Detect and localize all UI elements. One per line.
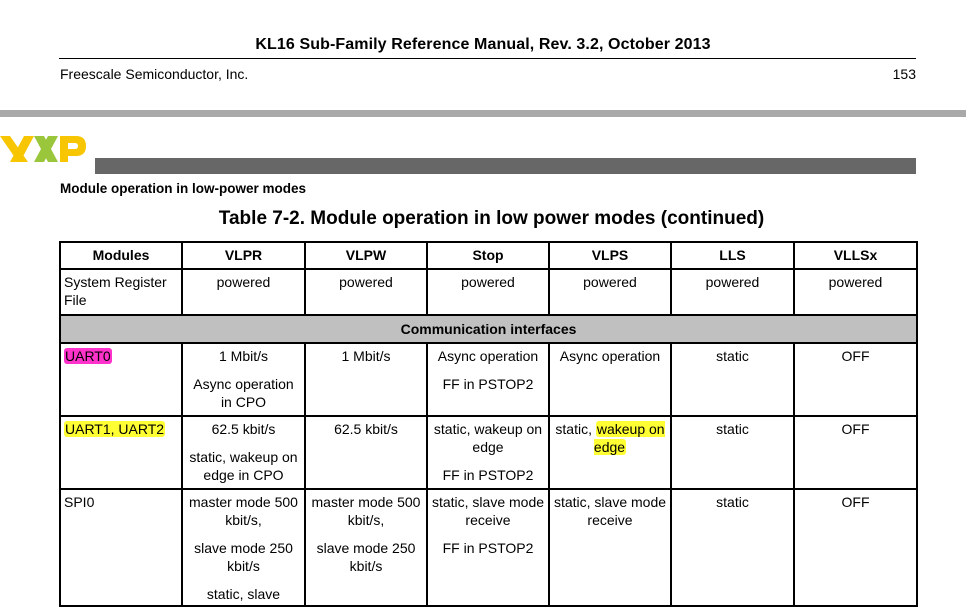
cell-vlps: powered <box>548 268 672 316</box>
cell-module: System Register File <box>59 268 183 316</box>
table-row: SPI0 master mode 500 kbit/s, slave mode … <box>59 488 918 607</box>
cell-line: static, wakeup on edge in CPO <box>189 449 298 483</box>
cell-stop: static, wakeup on edge FF in PSTOP2 <box>426 415 550 490</box>
cell-vlpr: 62.5 kbit/s static, wakeup on edge in CP… <box>181 415 306 490</box>
cell-vlpw: master mode 500 kbit/s, slave mode 250 k… <box>304 488 428 607</box>
cell-line: static, slave mode receive <box>431 494 545 528</box>
cell-text: static, <box>555 421 596 437</box>
cell-vlpr: powered <box>181 268 306 316</box>
cell-vlpr: 1 Mbit/s Async operation in CPO <box>181 342 306 417</box>
header-stop: Stop <box>426 241 550 270</box>
cell-lls: static <box>670 488 795 607</box>
cell-vlpw: powered <box>304 268 428 316</box>
document-title: KL16 Sub-Family Reference Manual, Rev. 3… <box>255 36 711 53</box>
cell-vllsx: OFF <box>793 342 918 417</box>
cell-line: static, wakeup on edge <box>433 421 543 455</box>
cell-line: 1 Mbit/s <box>218 348 268 364</box>
cell-vllsx: OFF <box>793 488 918 607</box>
cell-lls: static <box>670 415 795 490</box>
company-name: Freescale Semiconductor, Inc. <box>60 66 249 82</box>
section-row: Communication interfaces <box>59 314 918 344</box>
header-lls: LLS <box>670 241 795 270</box>
cell-vllsx: OFF <box>793 415 918 490</box>
cell-line: 62.5 kbit/s <box>211 421 276 437</box>
cell-stop: powered <box>426 268 550 316</box>
cell-line: master mode 500 kbit/s, <box>189 494 298 528</box>
cell-vlps: static, wakeup on edge <box>548 415 672 490</box>
table-caption: Table 7-2. Module operation in low power… <box>218 208 765 229</box>
cell-line: static, slave <box>206 586 281 602</box>
page-number: 153 <box>892 66 916 82</box>
cell-lls: static <box>670 342 795 417</box>
cell-vlpw: 62.5 kbit/s <box>304 415 428 490</box>
cell-line: FF in PSTOP2 <box>442 540 534 556</box>
cell-lls: powered <box>670 268 795 316</box>
table-row: System Register File powered powered pow… <box>59 268 918 316</box>
module-operation-table: Modules VLPR VLPW Stop VLPS LLS VLLSx Sy… <box>59 241 918 607</box>
cell-line: FF in PSTOP2 <box>442 467 534 483</box>
highlighted-text: wakeup on edge <box>593 421 665 455</box>
cell-line: slave mode 250 kbit/s <box>194 540 293 574</box>
header-vllsx: VLLSx <box>793 241 918 270</box>
cell-module: SPI0 <box>59 488 183 607</box>
cell-vlps: Async operation <box>548 342 672 417</box>
cell-line: slave mode 250 kbit/s <box>316 540 416 574</box>
header-rule <box>59 58 916 59</box>
header-vlpr: VLPR <box>181 241 306 270</box>
table-header-row: Modules VLPR VLPW Stop VLPS LLS VLLSx <box>59 241 918 270</box>
section-heading: Module operation in low-power modes <box>60 181 307 196</box>
section-banner <box>95 158 916 174</box>
table-row: UART1, UART2 62.5 kbit/s static, wakeup … <box>59 415 918 490</box>
highlighted-module-name: UART1, UART2 <box>64 421 166 437</box>
cell-line: master mode 500 kbit/s, <box>311 494 421 528</box>
header-vlps: VLPS <box>548 241 672 270</box>
cell-line: Async operation in CPO <box>193 376 294 410</box>
section-label: Communication interfaces <box>59 314 918 344</box>
page-separator-band <box>0 110 966 117</box>
highlighted-module-name: UART0 <box>64 348 112 364</box>
header-vlpw: VLPW <box>304 241 428 270</box>
cell-vlpr: master mode 500 kbit/s, slave mode 250 k… <box>181 488 306 607</box>
cell-stop: Async operation FF in PSTOP2 <box>426 342 550 417</box>
nxp-logo <box>0 136 86 162</box>
cell-module: UART0 <box>59 342 183 417</box>
cell-line: FF in PSTOP2 <box>442 376 534 392</box>
cell-stop: static, slave mode receive FF in PSTOP2 <box>426 488 550 607</box>
cell-vlpw: 1 Mbit/s <box>304 342 428 417</box>
cell-line: Async operation <box>437 348 539 364</box>
header-modules: Modules <box>59 241 183 270</box>
table-row: UART0 1 Mbit/s Async operation in CPO 1 … <box>59 342 918 417</box>
cell-module: UART1, UART2 <box>59 415 183 490</box>
cell-vllsx: powered <box>793 268 918 316</box>
cell-vlps: static, slave mode receive <box>548 488 672 607</box>
